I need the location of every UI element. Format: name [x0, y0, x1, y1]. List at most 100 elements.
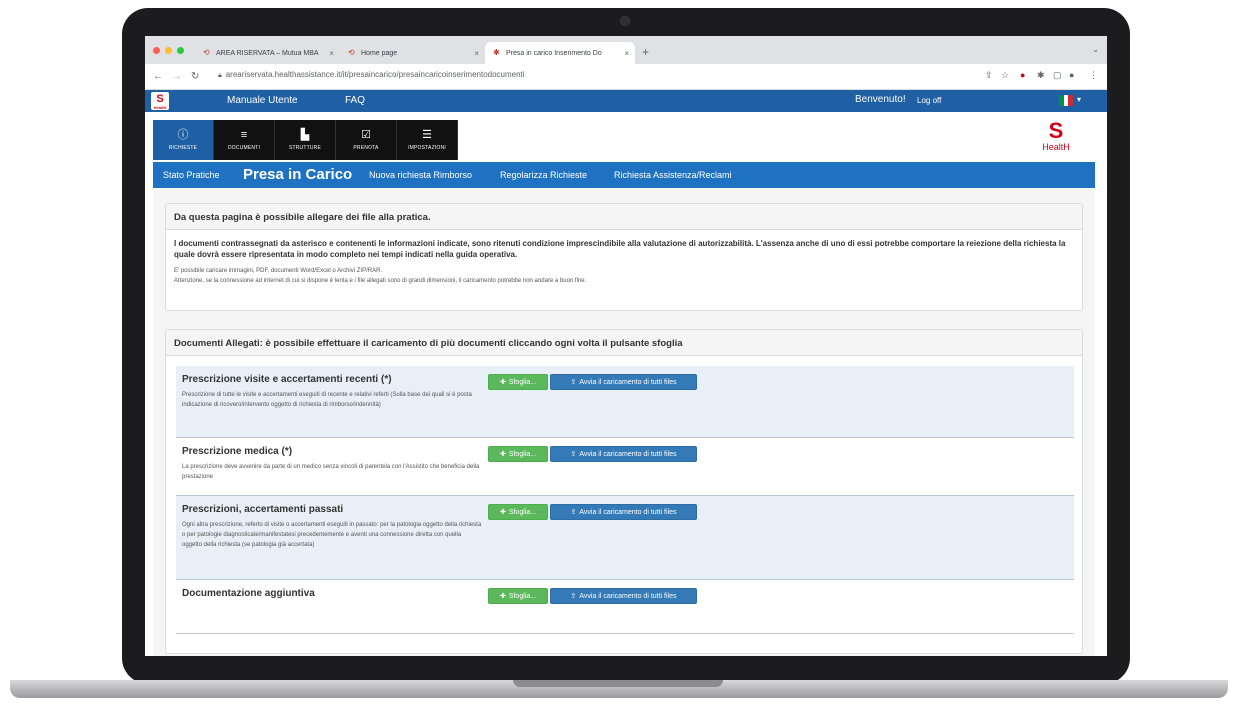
browse-button[interactable]: ✚ Sfoglia...	[488, 374, 548, 390]
close-icon[interactable]: ×	[624, 49, 629, 58]
doc-title: Prescrizione visite e accertamenti recen…	[182, 374, 392, 385]
sub-nav: Stato Pratiche Presa in Carico Nuova ric…	[153, 162, 1095, 188]
browse-button[interactable]: ✚ Sfoglia...	[488, 504, 548, 520]
browse-button[interactable]: ✚ Sfoglia...	[488, 588, 548, 604]
sliders-icon: ☰	[422, 129, 432, 141]
menu-item-prenota[interactable]: ☑ PRENOTA	[336, 120, 397, 160]
sidebar-icon[interactable]: ▢	[1053, 70, 1062, 81]
list-icon: ≡	[240, 129, 248, 141]
favicon-icon: ✱	[493, 48, 500, 57]
chevron-down-icon[interactable]: ⌄	[1092, 45, 1099, 54]
welcome-text: Benvenuto!	[855, 94, 906, 105]
upload-all-button[interactable]: ⇪ Avvia il caricamento di tutti files	[550, 504, 697, 520]
back-icon[interactable]: ←	[153, 71, 163, 82]
forward-icon[interactable]: →	[172, 71, 182, 82]
menu-item-strutture[interactable]: ▙ STRUTTURE	[275, 120, 336, 160]
browse-button[interactable]: ✚ Sfoglia...	[488, 446, 548, 462]
upload-all-button[interactable]: ⇪ Avvia il caricamento di tutti files	[550, 446, 697, 462]
doc-title: Documentazione aggiuntiva	[182, 588, 315, 599]
health-logo[interactable]: S HealtH	[1035, 120, 1077, 156]
browser-tab[interactable]: ⟲ AREA RISERVATA – Mutua MBA ×	[195, 42, 340, 64]
caret-down-icon[interactable]: ▾	[1077, 95, 1081, 104]
subnav-regolarizza[interactable]: Regolarizza Richieste	[500, 170, 587, 180]
faq-link[interactable]: FAQ	[345, 95, 365, 106]
info-icon: ⓘ	[177, 129, 189, 141]
browse-label: Sfoglia...	[508, 592, 537, 600]
window-close-button[interactable]	[153, 47, 160, 54]
upload-icon: ⇪	[570, 593, 577, 600]
menu-item-label: IMPOSTAZIONI	[408, 145, 446, 151]
address-bar: ← → ↻ 🔒︎ areariservata.healthassistance.i…	[145, 64, 1107, 90]
window-zoom-button[interactable]	[177, 47, 184, 54]
pinterest-icon[interactable]: ●	[1020, 70, 1025, 80]
plus-icon: ✚	[499, 379, 506, 386]
star-icon[interactable]: ☆	[1001, 70, 1009, 81]
health-logo-small[interactable]: S HealtH	[151, 92, 169, 110]
url-text: areariservata.healthassistance.it/it/pre…	[225, 70, 525, 79]
upload-all-button[interactable]: ⇪ Avvia il caricamento di tutti files	[550, 374, 697, 390]
more-icon[interactable]: ⋮	[1089, 70, 1098, 81]
docs-panel: Documenti Allegati: è possibile effettua…	[165, 329, 1083, 654]
lock-icon: 🔒︎	[218, 72, 222, 79]
menu-item-label: RICHIESTE	[168, 145, 198, 151]
favicon-icon: ⟲	[203, 48, 210, 57]
main-menu: ⓘ RICHIESTE ≡ DOCUMENTI ▙ STRUTTURE ☑ PR…	[153, 120, 458, 160]
doc-title: Prescrizione medica (*)	[182, 446, 293, 457]
plus-icon: ✚	[499, 451, 506, 458]
subnav-assistenza[interactable]: Richiesta Assistenza/Reclami	[614, 170, 732, 180]
upload-label: Avvia il caricamento di tutti files	[579, 592, 677, 600]
upload-all-button[interactable]: ⇪ Avvia il caricamento di tutti files	[550, 588, 697, 604]
menu-item-documenti[interactable]: ≡ DOCUMENTI	[214, 120, 275, 160]
italy-flag-icon[interactable]	[1059, 95, 1074, 106]
manual-link[interactable]: Manuale Utente	[227, 95, 298, 106]
close-icon[interactable]: ×	[474, 49, 479, 58]
menu-item-label: DOCUMENTI	[227, 145, 261, 151]
calendar-check-icon: ☑	[361, 129, 371, 141]
tab-label: Presa in carico Inserimento Do	[506, 49, 602, 57]
new-tab-button[interactable]: +	[642, 45, 649, 59]
close-icon[interactable]: ×	[329, 49, 334, 58]
logoff-link[interactable]: Log off	[917, 96, 941, 105]
required-docs-notice: I documenti contrassegnati da asterisco …	[174, 239, 1066, 259]
doc-section: Prescrizioni, accertamenti passati Ogni …	[176, 496, 1074, 580]
laptop-notch	[513, 680, 723, 687]
browse-label: Sfoglia...	[508, 450, 537, 458]
main-content: Da questa pagina è possibile allegare de…	[153, 188, 1095, 656]
warning-text: Attenzione, se la connessione ad interne…	[174, 278, 587, 284]
favicon-icon: ⟲	[348, 48, 355, 57]
subnav-presa-in-carico[interactable]: Presa in Carico	[243, 166, 352, 183]
browser-tab-active[interactable]: ✱ Presa in carico Inserimento Do ×	[485, 42, 635, 64]
browse-label: Sfoglia...	[508, 508, 537, 516]
subnav-nuova-richiesta[interactable]: Nuova richiesta Rimborso	[369, 170, 472, 180]
url-field[interactable]: 🔒︎ areariservata.healthassistance.it/it/p…	[218, 70, 525, 80]
menu-item-impostazioni[interactable]: ☰ IMPOSTAZIONI	[397, 120, 458, 160]
tab-label: Home page	[361, 49, 398, 57]
profile-icon[interactable]: ●	[1069, 70, 1074, 80]
doc-section: Documentazione aggiuntiva ✚ Sfoglia... ⇪ A…	[176, 580, 1074, 634]
upload-icon: ⇪	[570, 379, 577, 386]
doc-title: Prescrizioni, accertamenti passati	[182, 504, 344, 515]
share-icon[interactable]: ⇪	[985, 70, 993, 81]
upload-label: Avvia il caricamento di tutti files	[579, 378, 677, 386]
icon-menu-strip: ⓘ RICHIESTE ≡ DOCUMENTI ▙ STRUTTURE ☑ PR…	[145, 112, 1107, 160]
window-minimize-button[interactable]	[165, 47, 172, 54]
browser-tab[interactable]: ⟲ Home page ×	[340, 42, 485, 64]
logo-mark-icon: S	[1048, 118, 1064, 143]
doc-section: Prescrizione medica (*) La prescrizione …	[176, 438, 1074, 496]
info-panel: Da questa pagina è possibile allegare de…	[165, 203, 1083, 311]
subnav-stato-pratiche[interactable]: Stato Pratiche	[163, 170, 220, 180]
reload-icon[interactable]: ↻	[191, 71, 199, 82]
browse-label: Sfoglia...	[508, 378, 537, 386]
upload-icon: ⇪	[570, 509, 577, 516]
menu-item-richieste[interactable]: ⓘ RICHIESTE	[153, 120, 214, 160]
doc-section: Prescrizione visite e accertamenti recen…	[176, 366, 1074, 438]
plus-icon: ✚	[499, 509, 506, 516]
upload-icon: ⇪	[570, 451, 577, 458]
camera	[620, 16, 630, 26]
extensions-icon[interactable]: ✱	[1037, 70, 1045, 81]
browser-tab-bar: ⟲ AREA RISERVATA – Mutua MBA × ⟲ Home pa…	[145, 36, 1107, 64]
tab-label: AREA RISERVATA – Mutua MBA	[216, 49, 319, 57]
formats-text: E' possibile caricare immagini, PDF, doc…	[174, 268, 383, 274]
doc-description: La prescrizione deve avvenire da parte d…	[182, 464, 480, 480]
site-top-nav: S HealtH Manuale Utente FAQ Benvenuto! Lo…	[145, 90, 1107, 112]
